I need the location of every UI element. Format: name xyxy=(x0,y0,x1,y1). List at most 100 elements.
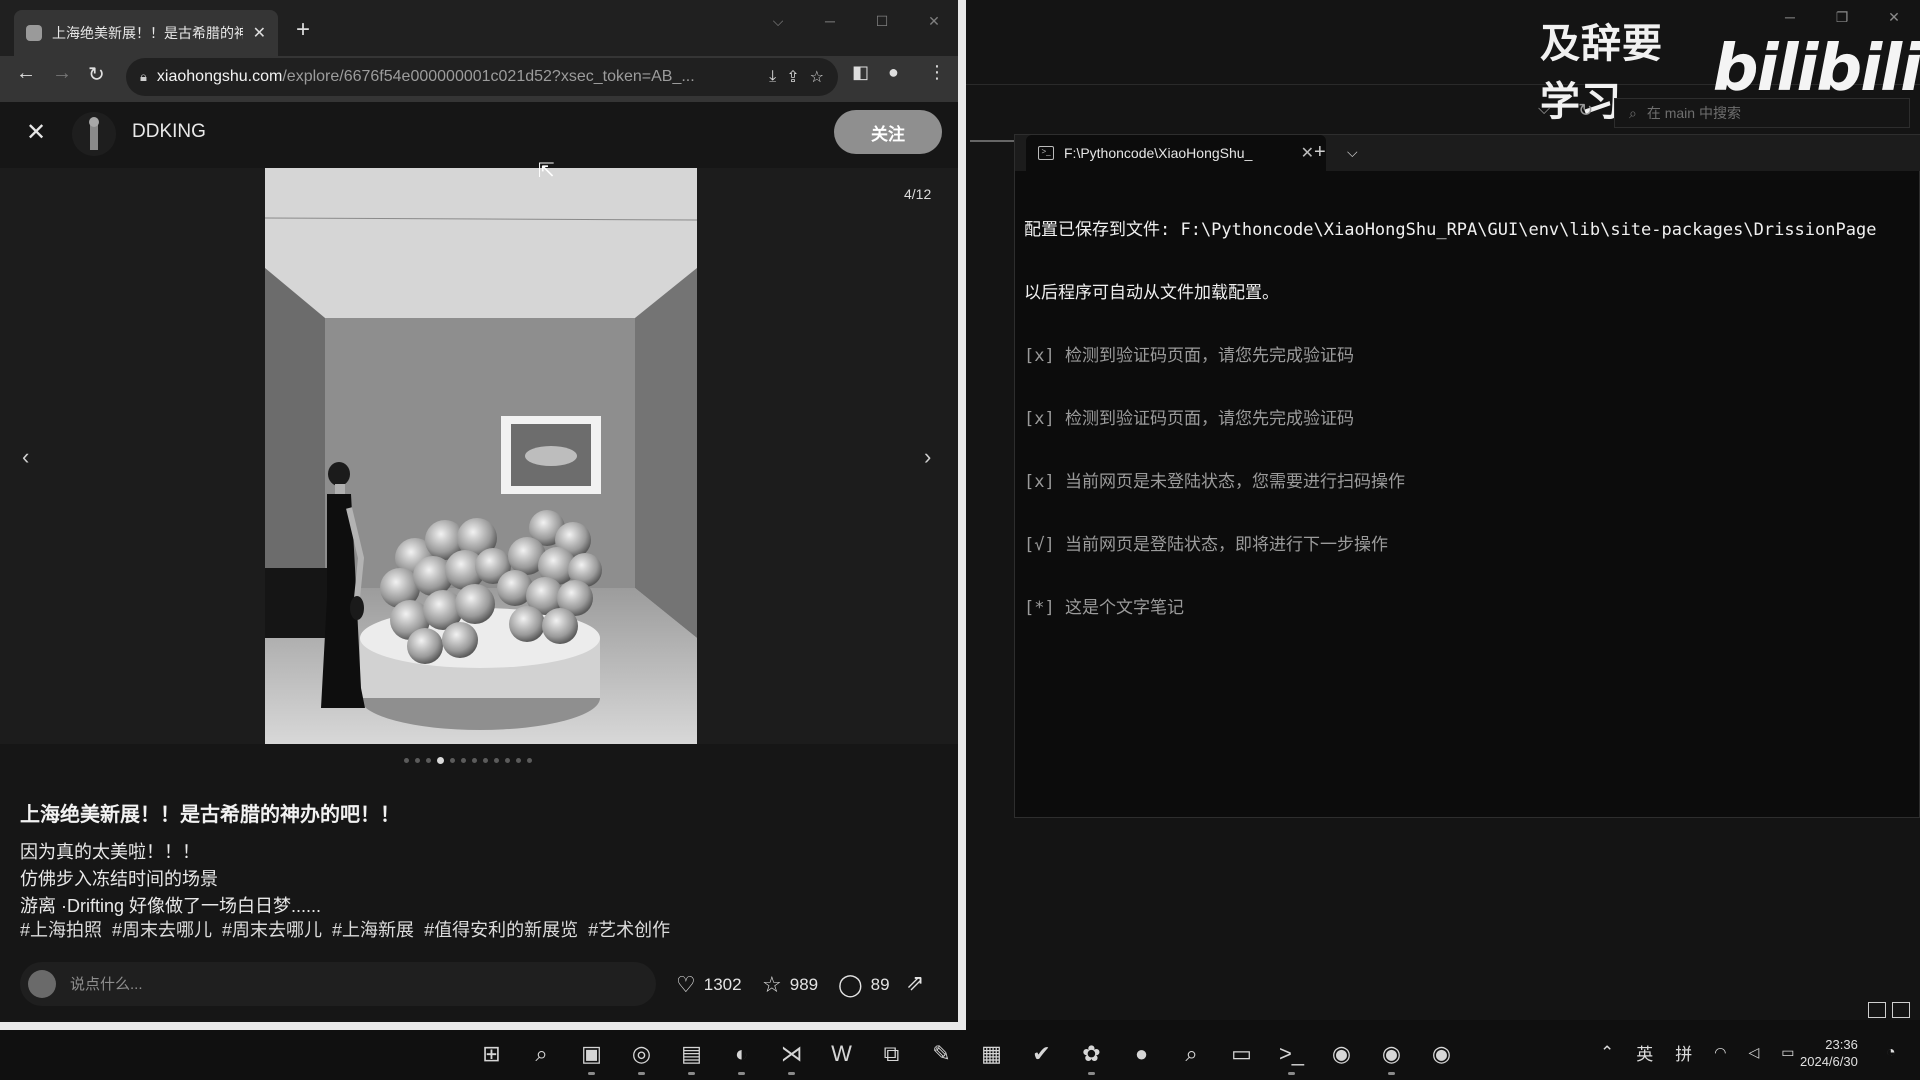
profile-icon[interactable]: ● xyxy=(888,62,899,83)
bookmark-star-icon[interactable]: ☆ xyxy=(810,67,824,87)
terminal-icon[interactable]: >_ xyxy=(1274,1036,1309,1075)
ide-window-controls: ─ ❐ ✕ xyxy=(1764,0,1920,34)
xiaohongshu-favicon-icon xyxy=(26,25,42,41)
share-icon[interactable]: ⇗ xyxy=(906,970,924,996)
pagination-dot[interactable] xyxy=(426,758,431,763)
word-icon[interactable]: W xyxy=(824,1036,859,1071)
pagination-dot[interactable] xyxy=(415,758,420,763)
file-explorer-icon[interactable]: ▭ xyxy=(1224,1036,1259,1071)
close-tab-icon[interactable]: ✕ xyxy=(253,23,266,43)
tag-link[interactable]: #周末去哪儿 xyxy=(112,916,212,942)
follow-button[interactable]: 关注 xyxy=(834,110,942,154)
close-icon[interactable]: ✕ xyxy=(1868,0,1920,34)
pen-icon[interactable]: ✎ xyxy=(924,1036,959,1071)
pagination-dot[interactable] xyxy=(404,758,409,763)
pagination-dot[interactable] xyxy=(450,758,455,763)
maximize-icon[interactable]: ❐ xyxy=(1816,0,1868,34)
note-desc-line: 因为真的太美啦！！！ xyxy=(20,842,200,862)
terminal-tab[interactable]: >_ F:\Pythoncode\XiaoHongShu_ ✕ xyxy=(1026,135,1326,171)
comment-input[interactable] xyxy=(68,974,592,994)
globe-icon[interactable]: ● xyxy=(1124,1036,1159,1071)
pagination-dot[interactable] xyxy=(437,757,444,764)
terminal-line: 配置已保存到文件: F:\Pythoncode\XiaoHongShu_RPA\… xyxy=(1024,220,1877,240)
comment-button[interactable]: ◯ 89 xyxy=(838,972,890,998)
new-terminal-tab-button[interactable]: + xyxy=(1314,141,1326,164)
volume-icon[interactable]: ◁ xyxy=(1748,1044,1759,1061)
new-tab-button[interactable]: + xyxy=(296,16,310,44)
close-icon[interactable]: ✕ xyxy=(908,6,960,36)
chevron-up-icon[interactable]: ⌃ xyxy=(1600,1043,1614,1063)
search-icon: ⌕ xyxy=(1629,104,1637,121)
next-image-icon[interactable]: › xyxy=(924,444,931,470)
tag-link[interactable]: #上海新展 xyxy=(332,916,414,942)
address-bar[interactable]: 🔒︎ xiaohongshu.com/explore/6676f54e00000… xyxy=(126,58,838,96)
image-pagination-dots xyxy=(404,757,532,764)
lock-icon[interactable]: 🔒︎ xyxy=(140,69,147,85)
pagination-dot[interactable] xyxy=(527,758,532,763)
pagination-dot[interactable] xyxy=(505,758,510,763)
windows-copy-icon[interactable]: ⧉ xyxy=(874,1036,909,1071)
url-text[interactable]: xiaohongshu.com/explore/6676f54e00000000… xyxy=(157,68,759,86)
chrome-icon[interactable]: ◉ xyxy=(1424,1036,1459,1071)
minimize-icon[interactable]: ─ xyxy=(1764,0,1816,34)
tag-link[interactable]: #艺术创作 xyxy=(588,916,670,942)
install-icon[interactable]: ⤓ xyxy=(769,68,776,86)
pagination-dot[interactable] xyxy=(494,758,499,763)
vscode-icon[interactable]: ⋊ xyxy=(774,1036,809,1075)
refresh-icon[interactable]: ↻ xyxy=(1578,100,1593,121)
ime-language[interactable]: 英 xyxy=(1636,1040,1653,1065)
pagination-dot[interactable] xyxy=(516,758,521,763)
browser-window-controls: ⌵ ─ ☐ ✕ xyxy=(752,6,960,36)
wifi-icon[interactable]: ◠ xyxy=(1714,1044,1726,1061)
comment-input-box[interactable] xyxy=(20,962,656,1006)
tag-link[interactable]: #值得安利的新展览 xyxy=(424,916,578,942)
notepad-icon[interactable]: ▦ xyxy=(974,1036,1009,1071)
browser-tab[interactable]: 上海绝美新展！！是古希腊的神办 ✕ xyxy=(14,10,278,56)
back-icon[interactable]: ← xyxy=(16,62,36,85)
taskbar-apps: ⊞ ⌕ ▣ ◎ ▤ ◐ ⋊ W ⧉ ✎ ▦ ✔ ✿ ● ⌕ ▭ >_ ◉ ◉ ◉ xyxy=(474,1036,1459,1075)
pagination-dot[interactable] xyxy=(483,758,488,763)
edge-icon[interactable]: ◎ xyxy=(624,1036,659,1075)
ime-mode[interactable]: 拼 xyxy=(1675,1040,1692,1065)
like-button[interactable]: ♡ 1302 xyxy=(676,972,742,998)
chevron-down-icon[interactable]: ⌵ xyxy=(752,6,804,36)
sublime-icon[interactable]: ▤ xyxy=(674,1036,709,1075)
forward-icon[interactable]: → xyxy=(52,62,72,85)
system-tray: ⌃ 英 拼 ◠ ◁ ▭ xyxy=(1600,1040,1794,1065)
battery-icon[interactable]: ▭ xyxy=(1781,1044,1794,1061)
tag-link[interactable]: #上海拍照 xyxy=(20,916,102,942)
share-icon[interactable]: ⇪ xyxy=(786,67,799,87)
author-name[interactable]: DDKING xyxy=(132,121,206,143)
pycharm-icon[interactable]: ◐ xyxy=(724,1036,759,1075)
wechat-icon[interactable]: ✿ xyxy=(1074,1036,1109,1075)
task-view-icon[interactable]: ▣ xyxy=(574,1036,609,1075)
notification-icon[interactable]: ◔ xyxy=(1886,1044,1896,1062)
start-icon[interactable]: ⊞ xyxy=(474,1036,509,1071)
pagination-dot[interactable] xyxy=(461,758,466,763)
chrome-icon[interactable]: ◉ xyxy=(1374,1036,1409,1075)
maximize-icon[interactable]: ☐ xyxy=(856,6,908,36)
pagination-dot[interactable] xyxy=(472,758,477,763)
layout-icon[interactable] xyxy=(1868,1002,1886,1018)
layout-icon[interactable] xyxy=(1892,1002,1910,1018)
tag-link[interactable]: #周末去哪儿 xyxy=(222,916,322,942)
star-icon: ☆ xyxy=(762,972,782,997)
collect-button[interactable]: ☆ 989 xyxy=(762,972,818,998)
side-panel-icon[interactable]: ◧ xyxy=(852,62,869,83)
chrome-icon[interactable]: ◉ xyxy=(1324,1036,1359,1071)
minimize-icon[interactable]: ─ xyxy=(804,6,856,36)
system-clock[interactable]: 23:36 2024/6/30 xyxy=(1800,1036,1858,1070)
close-tab-icon[interactable]: ✕ xyxy=(1301,143,1314,163)
menu-kebab-icon[interactable]: ⋮ xyxy=(928,62,946,83)
search-icon[interactable]: ⌕ xyxy=(524,1036,559,1071)
reload-icon[interactable]: ↻ xyxy=(88,62,105,87)
check-app-icon[interactable]: ✔ xyxy=(1024,1036,1059,1071)
close-note-icon[interactable]: ✕ xyxy=(26,118,46,147)
ide-search-box[interactable]: ⌕ 在 main 中搜索 xyxy=(1614,98,1910,128)
previous-image-icon[interactable]: ‹ xyxy=(22,444,29,470)
chevron-down-icon[interactable]: ⌵ xyxy=(1538,101,1550,119)
chevron-down-icon[interactable]: ⌵ xyxy=(1347,144,1358,161)
note-photo[interactable] xyxy=(264,168,698,744)
author-avatar[interactable] xyxy=(72,112,116,156)
search-app-icon[interactable]: ⌕ xyxy=(1174,1036,1209,1071)
